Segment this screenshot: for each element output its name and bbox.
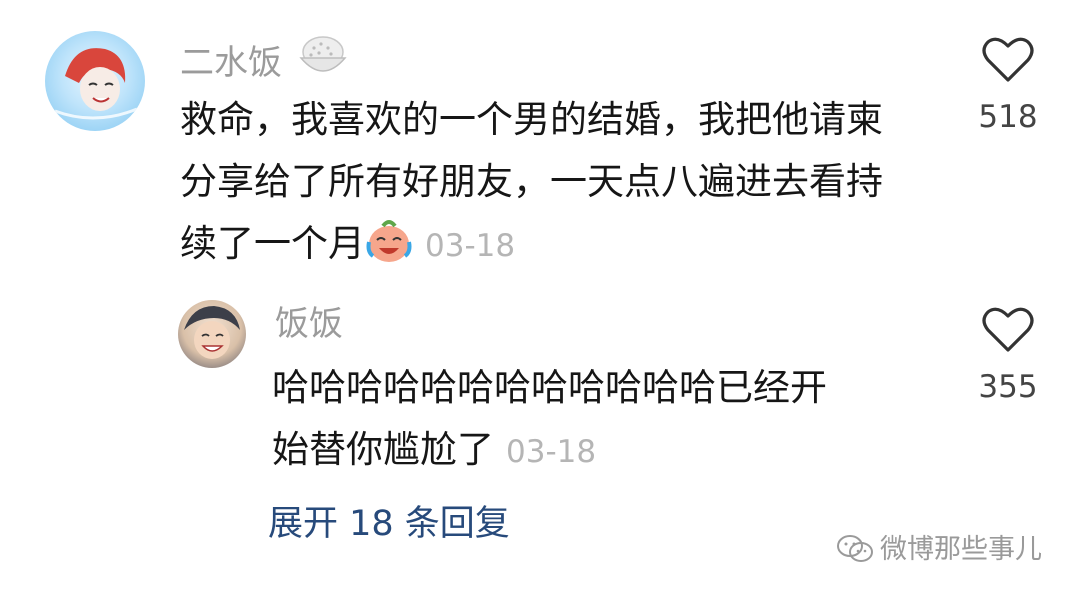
expand-replies-link[interactable]: 展开 18 条回复 bbox=[268, 504, 510, 544]
comment-text-line3: 续了一个月 bbox=[180, 222, 365, 265]
rice-bowl-icon bbox=[297, 34, 349, 89]
comment-text-line3-row: 续了一个月 03-18 bbox=[180, 212, 515, 284]
comment-timestamp: 03-18 bbox=[425, 228, 516, 264]
reply-timestamp: 03-18 bbox=[506, 434, 597, 470]
heart-icon[interactable] bbox=[980, 307, 1036, 358]
reply-like-button[interactable] bbox=[980, 306, 1036, 354]
watermark: 微博那些事儿 bbox=[836, 533, 1042, 573]
reply-text-line1: 哈哈哈哈哈哈哈哈哈哈哈哈已经开 bbox=[272, 366, 827, 409]
comment-username[interactable]: 二水饭 bbox=[180, 34, 349, 89]
like-button[interactable] bbox=[980, 36, 1036, 84]
reply-like-count: 355 bbox=[978, 369, 1038, 405]
like-count: 518 bbox=[978, 99, 1038, 135]
crying-laughing-face-icon bbox=[365, 220, 413, 284]
username-text[interactable]: 二水饭 bbox=[180, 43, 282, 83]
comment-text-line1: 救命，我喜欢的一个男的结婚，我把他请柬 bbox=[180, 98, 883, 141]
comment-text-line2: 分享给了所有好朋友，一天点八遍进去看持 bbox=[180, 160, 883, 203]
heart-icon[interactable] bbox=[980, 37, 1036, 88]
wechat-icon bbox=[836, 534, 874, 573]
reply-text-line2-row: 始替你尴尬了 03-18 bbox=[272, 418, 596, 484]
reply-username[interactable]: 饭饭 bbox=[275, 304, 343, 344]
watermark-text: 微博那些事儿 bbox=[880, 534, 1042, 565]
reply-text-line2: 始替你尴尬了 bbox=[272, 428, 494, 471]
avatar[interactable] bbox=[45, 31, 145, 131]
reply-avatar[interactable] bbox=[178, 300, 246, 368]
